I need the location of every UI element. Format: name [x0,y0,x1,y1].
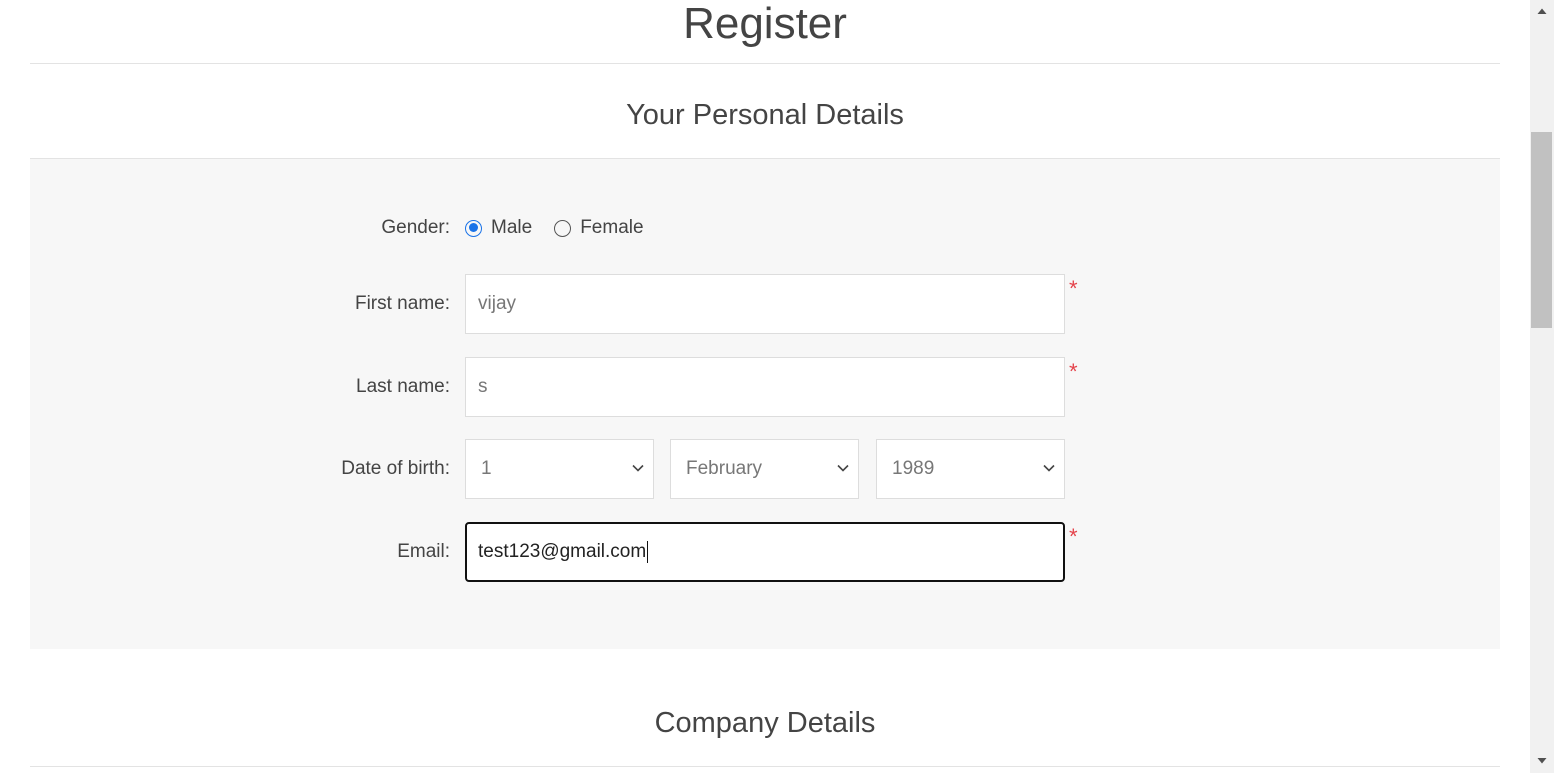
last-name-input[interactable]: s [465,357,1065,417]
email-input[interactable]: test123@gmail.com [465,522,1065,582]
first-name-input[interactable]: vijay [465,274,1065,334]
text-caret [647,540,649,563]
dob-month-select[interactable]: February [670,439,859,499]
company-details-divider [30,766,1500,767]
last-name-label: Last name: [356,376,450,397]
gender-male-radio[interactable] [465,219,482,237]
dob-label: Date of birth: [341,458,450,479]
gender-radio-group: Male Female [465,216,644,240]
last-name-value: s [478,376,488,397]
scrollbar-thumb[interactable] [1531,132,1552,328]
title-divider [30,63,1500,64]
dob-year-select[interactable]: 1989 [876,439,1065,499]
page-scrollbar[interactable] [1530,0,1554,773]
register-page: Register Your Personal Details Gender: M… [0,0,1530,773]
chevron-down-icon [632,464,644,472]
email-required-mark: * [1069,524,1078,549]
dob-day-select[interactable]: 1 [465,439,654,499]
company-details-heading: Company Details [654,707,876,739]
first-name-label: First name: [354,293,450,314]
gender-label: Gender: [381,217,450,238]
first-name-required-mark: * [1069,276,1078,301]
last-name-required-mark: * [1069,359,1078,384]
dob-month-value: February [686,458,763,479]
scroll-down-arrow-icon[interactable] [1536,756,1548,766]
email-label: Email: [397,541,450,562]
chevron-down-icon [1043,464,1055,472]
scroll-up-arrow-icon[interactable] [1536,6,1548,16]
email-value: test123@gmail.com [478,541,647,562]
page-title: Register [683,0,847,48]
first-name-value: vijay [478,293,517,314]
gender-female-label[interactable]: Female [580,216,643,240]
gender-male-label[interactable]: Male [491,216,532,240]
gender-female-radio[interactable] [554,219,572,237]
dob-year-value: 1989 [892,458,935,479]
chevron-down-icon [837,464,849,472]
personal-details-heading: Your Personal Details [626,99,904,131]
dob-day-value: 1 [481,458,492,479]
